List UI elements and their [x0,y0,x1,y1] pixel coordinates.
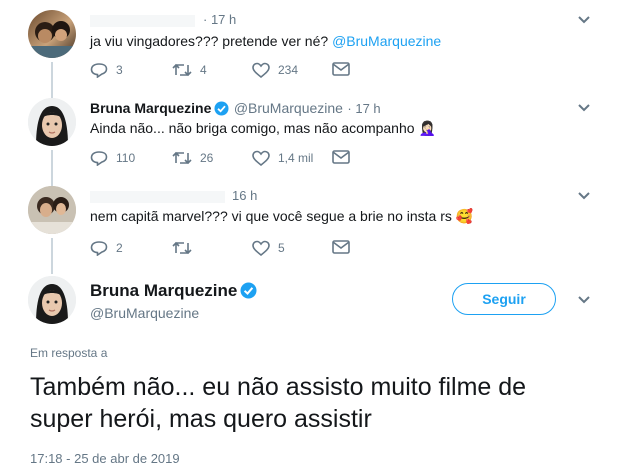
chevron-down-icon[interactable] [577,15,591,25]
tweet-text: ja viu vingadores??? pretende ver né? @B… [90,33,441,49]
retweet-button[interactable] [172,240,200,256]
avatar[interactable] [28,186,76,234]
thread-line [51,150,53,186]
avatar[interactable] [28,98,76,146]
retweet-icon [172,151,192,165]
tweet-text-body: nem capitã marvel??? vi que você segue a… [90,208,452,224]
facepalm-emoji: 🤦🏻‍♀️ [418,120,436,136]
avatar-image [28,186,76,234]
envelope-icon [332,62,350,76]
like-button[interactable]: 1,4 mil [252,150,313,166]
verified-badge-icon [214,101,229,116]
tweet-text-body: Ainda não... não briga comigo, mas não a… [90,120,415,136]
like-count: 234 [278,63,299,77]
heart-icon [252,62,270,78]
like-count: 1,4 mil [278,151,314,165]
mention-link[interactable]: @BruMarquezine [332,33,441,49]
avatar-image [28,276,76,324]
envelope-icon [332,240,350,254]
main-tweet-text-line: Também não... eu não assisto muito filme… [30,373,527,401]
retweet-count: 4 [200,63,207,77]
heart-icon [252,240,270,256]
chevron-down-icon[interactable] [577,103,591,113]
retweet-count: 26 [200,151,214,165]
like-button[interactable]: 234 [252,62,298,78]
avatar[interactable] [28,10,76,58]
reply-count: 3 [116,63,123,77]
heart-icon [252,150,270,166]
reply-icon [90,241,108,256]
redacted-name [90,191,225,203]
retweet-button[interactable]: 4 [172,62,207,78]
retweet-button[interactable]: 26 [172,150,213,166]
tweet-time[interactable]: 16 h [232,188,257,203]
reply-to-label: Em resposta a [30,346,108,360]
tweet-text: Ainda não... não briga comigo, mas não a… [90,120,436,137]
like-button[interactable]: 5 [252,240,285,256]
tweet-text-body: ja viu vingadores??? pretende ver né? [90,33,329,49]
dm-button[interactable] [332,62,358,76]
tweet-time[interactable]: · 17 h [347,101,380,116]
reply-icon [90,151,108,166]
main-author[interactable]: Bruna Marquezine [90,281,257,301]
reply-button[interactable]: 3 [90,62,123,78]
main-tweet-text: Também não... eu não assisto muito filme… [30,371,526,435]
dm-button[interactable] [332,240,358,254]
display-name[interactable]: Bruna Marquezine [90,281,237,300]
chevron-down-icon[interactable] [577,191,591,201]
chevron-down-icon[interactable] [577,295,591,305]
envelope-icon [332,150,350,164]
tweet-header: Bruna Marquezine @BruMarquezine · 17 h [90,100,381,118]
tweet-text: nem capitã marvel??? vi que você segue a… [90,208,473,225]
thread-line [51,238,53,274]
thread-line [51,62,53,98]
avatar-image [28,98,76,146]
user-handle[interactable]: @BruMarquezine [234,100,343,116]
like-count: 5 [278,241,285,255]
main-tweet-text-line: super herói, mas quero assistir [30,405,372,433]
retweet-icon [172,241,192,255]
redacted-name [90,15,195,27]
reply-count: 110 [116,151,136,165]
reply-icon [90,63,108,78]
follow-button[interactable]: Seguir [452,283,556,315]
display-name[interactable]: Bruna Marquezine [90,100,211,116]
avatar[interactable] [28,276,76,324]
reply-button[interactable]: 2 [90,240,123,256]
reply-count: 2 [116,241,123,255]
avatar-image [28,21,76,58]
user-handle[interactable]: @BruMarquezine [90,305,199,321]
retweet-icon [172,63,192,77]
tweet-timestamp[interactable]: 17:18 - 25 de abr de 2019 [30,451,180,466]
tweet-time[interactable]: · 17 h [203,12,236,27]
verified-badge-icon [240,282,257,299]
dm-button[interactable] [332,150,358,164]
smiling-hearts-emoji: 🥰 [455,208,474,224]
reply-button[interactable]: 110 [90,150,135,166]
